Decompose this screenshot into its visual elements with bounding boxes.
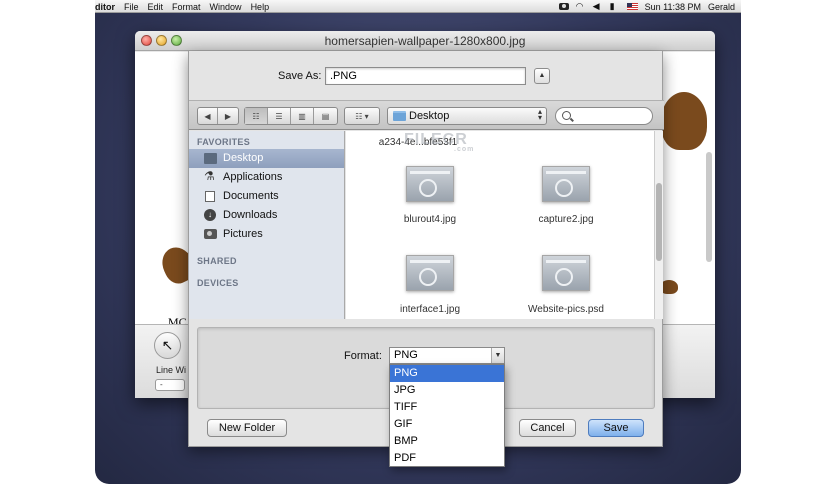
menubar: ditor File Edit Format Window Help ◠ ◀ ▮…: [95, 0, 741, 13]
cartoon-figure-right: [661, 92, 707, 150]
search-input[interactable]: [555, 107, 653, 125]
save-button[interactable]: Save: [588, 419, 644, 437]
desktop-icon: [204, 153, 217, 164]
zoom-icon[interactable]: [171, 35, 182, 46]
us-flag-icon[interactable]: [626, 3, 638, 10]
format-option-pdf[interactable]: PDF: [390, 450, 504, 467]
menu-app-name[interactable]: ditor: [95, 2, 115, 12]
view-mode-control[interactable]: ☷ ☰ ▥ ▤: [244, 107, 338, 125]
file-item-name[interactable]: interface1.jpg: [370, 304, 490, 315]
coverflow-view-icon[interactable]: ▤: [314, 108, 337, 124]
sidebar-item-pictures[interactable]: Pictures: [189, 225, 344, 244]
image-thumbnail-icon[interactable]: [542, 166, 590, 202]
location-popup[interactable]: Desktop ▴ ▾: [387, 107, 547, 125]
line-width-label: Line Wi: [156, 365, 187, 375]
screen: ditor File Edit Format Window Help ◠ ◀ ▮…: [0, 0, 836, 484]
line-width-value: -: [160, 380, 163, 389]
image-thumbnail-icon[interactable]: [406, 166, 454, 202]
menubar-user[interactable]: Gerald: [708, 2, 735, 12]
menu-format[interactable]: Format: [172, 2, 201, 12]
sidebar: FAVORITES Desktop ⚗ Applications Documen…: [189, 131, 345, 319]
format-option-png[interactable]: PNG: [390, 365, 504, 382]
devices-header: DEVICES: [197, 278, 239, 288]
line-width-stepper[interactable]: -: [155, 379, 185, 391]
file-scrollbar[interactable]: [654, 131, 663, 319]
arrange-icon[interactable]: ☷ ▾: [345, 108, 379, 124]
format-option-tiff[interactable]: TIFF: [390, 399, 504, 416]
favorites-header: FAVORITES: [197, 137, 251, 147]
sidebar-item-applications[interactable]: ⚗ Applications: [189, 168, 344, 187]
sidebar-item-label: Applications: [223, 171, 283, 183]
chevron-up-icon: ▲: [538, 72, 546, 79]
downloads-icon: ↓: [204, 209, 216, 221]
list-view-icon[interactable]: ☰: [268, 108, 291, 124]
window-titlebar[interactable]: homersapien-wallpaper-1280x800.jpg: [135, 31, 715, 51]
sidebar-item-desktop[interactable]: Desktop: [189, 149, 344, 168]
watermark: FILECR .com: [404, 131, 474, 153]
window-title: homersapien-wallpaper-1280x800.jpg: [324, 34, 526, 48]
menu-window[interactable]: Window: [210, 2, 242, 12]
wifi-icon[interactable]: ◠: [576, 2, 586, 11]
search-icon: [562, 111, 571, 120]
watermark-sub: .com: [454, 146, 475, 153]
menubar-clock[interactable]: Sun 11:38 PM: [645, 2, 701, 12]
format-option-gif[interactable]: GIF: [390, 416, 504, 433]
format-dropdown-menu[interactable]: PNG JPG TIFF GIF BMP PDF: [389, 364, 505, 467]
location-label: Desktop: [409, 110, 450, 122]
battery-icon[interactable]: ▮: [610, 2, 620, 11]
save-as-label: Save As:: [278, 70, 322, 82]
chevron-down-icon[interactable]: ▼: [491, 348, 504, 363]
volume-icon[interactable]: ◀: [593, 2, 603, 11]
minimize-icon[interactable]: [156, 35, 167, 46]
menu-help[interactable]: Help: [251, 2, 270, 12]
shared-header: SHARED: [197, 256, 237, 266]
image-thumbnail-icon[interactable]: [542, 255, 590, 291]
folder-icon: [393, 111, 406, 121]
new-folder-button[interactable]: New Folder: [207, 419, 287, 437]
arrange-control[interactable]: ☷ ▾: [344, 107, 380, 125]
expand-dialog-button[interactable]: ▲: [534, 68, 550, 84]
format-option-bmp[interactable]: BMP: [390, 433, 504, 450]
sidebar-item-label: Desktop: [223, 152, 264, 164]
close-icon[interactable]: [141, 35, 152, 46]
sidebar-item-documents[interactable]: Documents: [189, 187, 344, 206]
back-icon[interactable]: ◀: [198, 108, 218, 124]
file-item-name[interactable]: Website-pics.psd: [506, 304, 626, 315]
back-forward-control[interactable]: ◀ ▶: [197, 107, 239, 125]
documents-icon: [205, 191, 215, 202]
format-label: Format:: [344, 350, 382, 362]
image-thumbnail-icon[interactable]: [406, 255, 454, 291]
file-item-name[interactable]: blurout4.jpg: [370, 214, 490, 225]
save-dialog: Save As: .PNG ▲ ◀ ▶ ☷ ☰ ▥ ▤ ☷ ▾ Desktop …: [188, 51, 664, 467]
file-item-name[interactable]: capture2.jpg: [506, 214, 626, 225]
format-selected-value: PNG: [394, 349, 418, 361]
sidebar-item-label: Documents: [223, 190, 279, 202]
pointer-tool-button[interactable]: ↖: [154, 332, 181, 359]
applications-icon: ⚗: [204, 169, 215, 183]
arrow-pointer-icon: ↖: [161, 337, 174, 353]
forward-icon[interactable]: ▶: [218, 108, 238, 124]
menu-edit[interactable]: Edit: [148, 2, 164, 12]
pictures-icon: [204, 229, 217, 239]
menu-file[interactable]: File: [124, 2, 139, 12]
sidebar-item-label: Pictures: [223, 228, 263, 240]
sidebar-item-label: Downloads: [223, 209, 278, 221]
window-scrollbar[interactable]: [706, 152, 712, 262]
file-browser[interactable]: a234-4e...bfe53f1 blurout4.jpg capture2.…: [346, 131, 654, 319]
browser-toolbar: ◀ ▶ ☷ ☰ ▥ ▤ ☷ ▾ Desktop ▴ ▾: [189, 100, 664, 130]
cancel-button[interactable]: Cancel: [519, 419, 576, 437]
sidebar-item-downloads[interactable]: ↓ Downloads: [189, 206, 344, 225]
filename-input[interactable]: .PNG: [325, 67, 526, 85]
scrollbar-thumb[interactable]: [656, 183, 662, 261]
updown-arrows-icon: ▴ ▾: [537, 107, 542, 122]
icon-view-icon[interactable]: ☷: [245, 108, 268, 124]
camera-icon[interactable]: [558, 3, 569, 10]
format-option-jpg[interactable]: JPG: [390, 382, 504, 399]
format-select[interactable]: PNG ▼: [389, 347, 505, 364]
column-view-icon[interactable]: ▥: [291, 108, 314, 124]
